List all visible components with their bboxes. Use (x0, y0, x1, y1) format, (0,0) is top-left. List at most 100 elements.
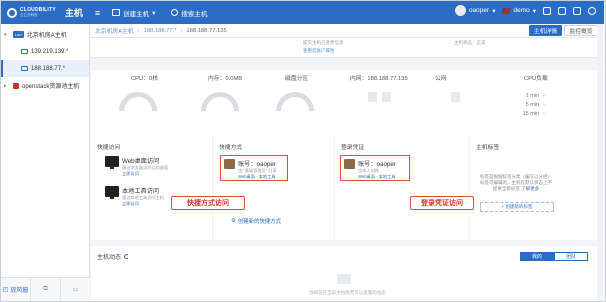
breadcrumb-item[interactable]: 188.188.77.* (144, 28, 177, 34)
breadcrumb-item[interactable]: 北京机房A主机 (95, 26, 134, 35)
quick-access-header: 快捷访问 (97, 145, 121, 151)
empty-state-icon (337, 274, 351, 284)
hamburger-icon[interactable]: ≡ (95, 8, 100, 18)
info-strip: 提交主机已变更信息 查看云账户属性 主机状态：正常 (91, 38, 604, 58)
monitor-icon (105, 186, 119, 199)
brand-logo[interactable]: CLOUDBILITY 云立方科技 (7, 7, 56, 18)
login-credential-card[interactable]: 账号：oaoper 由本人创建 Web桌面 · 本地工具 (340, 155, 410, 181)
web-desktop-link[interactable]: 立即访问 (122, 171, 168, 177)
tab-team[interactable]: 团队 (554, 252, 588, 261)
headset-icon[interactable] (588, 6, 596, 15)
shortcut-header: 快捷方式 (219, 145, 243, 151)
sidebar-item-139[interactable]: 139.219.139.* (1, 43, 89, 60)
activity-header: 主机动态 (97, 252, 130, 261)
host-detail-button[interactable]: 主机详情 (529, 25, 562, 36)
monitor-overview-button[interactable]: 监控概览 (564, 25, 598, 36)
sidebar: ▾ Lan 北京机房A主机 139.219.139.* 188.188.77.*… (1, 24, 90, 277)
intranet-bar (382, 92, 391, 102)
local-tool-entry[interactable]: 本地工具访问 通过本地工具访问主机 立即访问 (105, 186, 164, 207)
project-name: demo (513, 7, 530, 14)
calendar-icon[interactable] (558, 6, 566, 15)
search-host-label: 搜索主机 (181, 10, 208, 18)
sidebar-item-openstack[interactable]: ▸ openstack资源池主机 (1, 77, 89, 94)
chevron-right-icon[interactable]: ▸ (4, 83, 10, 89)
sidebar-item-beijing[interactable]: ▾ Lan 北京机房A主机 (1, 26, 89, 43)
cloud-account-link[interactable]: 查看云账户属性 (303, 48, 335, 54)
project-menu[interactable]: demo ▾ (502, 7, 536, 15)
host-tags-desc: 标签是根据标签分类（编写以分组）标签可编辑的，主机在默认状态上不提供全新标签 了… (480, 174, 552, 191)
folder-icon: ▭ (72, 287, 79, 293)
disk-label: 磁盘分区 (285, 76, 309, 82)
create-shortcut-label: 创建新的快捷方式 (237, 219, 281, 225)
flag-icon (502, 7, 511, 14)
user-menu[interactable]: oaoper ▾ (454, 5, 496, 16)
chevron-down-icon: ▾ (532, 7, 536, 15)
cloudbility-logo-icon (7, 7, 17, 18)
chevron-down-icon: ▾ (152, 9, 156, 17)
avatar (454, 5, 466, 16)
shortcut-section: 快捷方式 账号：oaoper 由 "基础管理员" 分享 Web桌面 · 本地工具… (213, 136, 335, 240)
memory-gauge (201, 92, 239, 111)
vertical-scrollbar[interactable] (597, 24, 603, 301)
top-bar: CLOUDBILITY 云立方科技 主机 ≡ 创建主机 ▾ 搜索主机 oaope… (1, 1, 604, 24)
shortcut-account: 账号：oaoper (238, 161, 276, 168)
main-content: 北京机房A主机 › 188.188.77.* › 188.188.77.135 … (91, 24, 604, 301)
shortcut-links[interactable]: Web桌面 · 本地工具 (238, 174, 277, 180)
web-desktop-title: Web桌面访问 (122, 158, 160, 165)
stats-panel: CPU：0核 内存：0.0MB 磁盘分区 内网：188.188.77.135 公… (91, 70, 604, 143)
account-icon (224, 159, 235, 169)
sidebar-item-label: openstack资源池主机 (22, 84, 80, 90)
grid-button[interactable]: ⧉ (30, 278, 60, 301)
sidebar-item-label: 188.188.77.* (31, 65, 66, 72)
refresh-icon[interactable] (124, 254, 130, 259)
breadcrumb-sep: › (180, 27, 183, 34)
public-ip-label: 公网 (435, 76, 447, 82)
folder-button[interactable]: ▭ (60, 278, 90, 301)
memory-label: 内存：0.0MB (208, 76, 243, 82)
create-shortcut-link[interactable]: ⚙ 创建新的快捷方式 (231, 217, 281, 225)
notification-icon[interactable] (543, 6, 551, 15)
info-a: 提交主机已变更信息 (303, 40, 344, 45)
account-icon (344, 159, 355, 169)
create-host-button[interactable]: 创建主机 ▾ (112, 8, 155, 18)
fullscreen-button[interactable]: ◰ 放风窗 (1, 278, 30, 301)
public-bar (451, 92, 460, 102)
quick-access-section: 快捷访问 Web桌面访问 通过浏览器访问远程桌面 立即访问 本地工具访问 通过本… (91, 136, 213, 240)
app-title: 主机 (64, 8, 83, 18)
shortcut-card[interactable]: 账号：oaoper 由 "基础管理员" 分享 Web桌面 · 本地工具 (220, 155, 288, 181)
sidebar-item-label: 139.219.139.* (31, 48, 69, 55)
learn-more-link[interactable]: 了解更多 (521, 186, 539, 191)
activity-title: 主机动态 (97, 255, 122, 261)
credential-links[interactable]: Web桌面 · 本地工具 (358, 174, 396, 180)
search-icon (171, 9, 179, 16)
fullscreen-label: 放风窗 (10, 288, 29, 294)
access-panel: 快捷访问 Web桌面访问 通过浏览器访问远程桌面 立即访问 本地工具访问 通过本… (91, 136, 604, 240)
breadcrumb-sep: › (137, 27, 140, 34)
local-tool-link[interactable]: 立即访问 (122, 201, 164, 207)
lan-badge: Lan (13, 31, 24, 38)
credential-account: 账号：oaoper (358, 161, 396, 168)
expand-icon: ◰ (2, 287, 9, 293)
folder-icon[interactable] (573, 6, 581, 15)
activity-scope-toggle: 我的 团队 (520, 252, 588, 261)
host-group-icon (21, 49, 28, 54)
monitor-icon (105, 156, 119, 169)
chevron-down-icon: ▾ (492, 7, 496, 15)
intranet-bar (368, 92, 377, 102)
disk-gauge (276, 92, 314, 111)
host-status: 主机状态：正常 (454, 40, 486, 45)
tab-mine[interactable]: 我的 (520, 252, 554, 261)
load-row: 1 min -- (525, 93, 546, 99)
login-credential-section: 登录凭证 账号：oaoper 由本人创建 Web桌面 · 本地工具 (335, 136, 470, 240)
cpu-gauge (119, 92, 157, 111)
sidebar-item-188[interactable]: 188.188.77.* (1, 60, 89, 77)
chevron-down-icon[interactable]: ▾ (4, 32, 10, 38)
web-desktop-entry[interactable]: Web桌面访问 通过浏览器访问远程桌面 立即访问 (105, 156, 168, 177)
create-tag-button[interactable]: + 创建新的标签 (480, 202, 554, 212)
gear-icon: ⚙ (231, 218, 236, 224)
monitor-icon (112, 9, 121, 16)
user-name: oaoper (468, 7, 490, 14)
host-group-icon (21, 66, 28, 71)
cpu-load-label: CPU负载 (524, 76, 548, 82)
search-host-button[interactable]: 搜索主机 (171, 8, 207, 18)
